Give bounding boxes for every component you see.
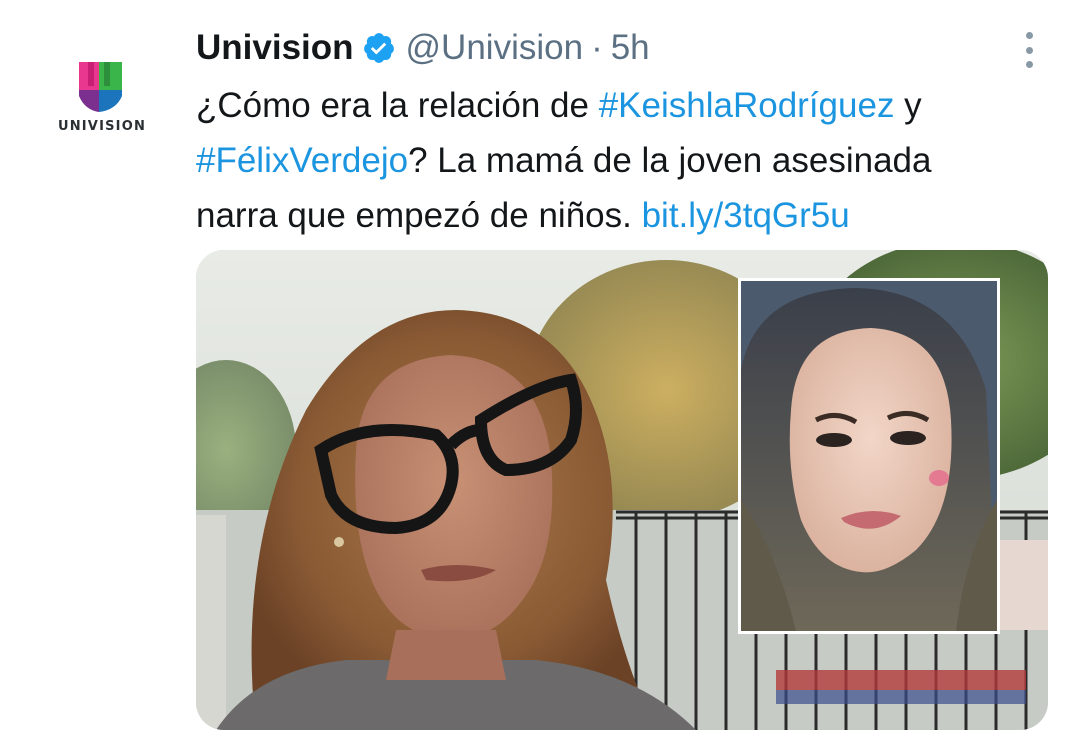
tweet-link[interactable]: bit.ly/3tqGr5u bbox=[642, 196, 850, 235]
verified-badge-icon bbox=[363, 33, 394, 63]
avatar-wordmark: UNIVISION bbox=[57, 119, 147, 134]
tweet-header: Univision @Univision · 5h bbox=[196, 24, 650, 72]
text-fragment: narra que empezó de niños. bbox=[196, 196, 642, 235]
text-fragment: ¿Cómo era la relación de bbox=[196, 86, 599, 125]
text-fragment: y bbox=[894, 86, 922, 125]
avatar[interactable]: UNIVISION bbox=[52, 60, 152, 150]
univision-logo bbox=[79, 62, 122, 112]
tweet-text-line-3: narra que empezó de niños. bit.ly/3tqGr5… bbox=[196, 188, 1056, 243]
tweet[interactable]: UNIVISION Univision @Univision · 5h ¿Cóm… bbox=[0, 0, 1080, 748]
tweet-media-image[interactable] bbox=[196, 250, 1048, 730]
text-fragment: ? La mamá de la joven asesinada bbox=[408, 141, 932, 180]
tweet-text-line-1: ¿Cómo era la relación de #KeishlaRodrígu… bbox=[196, 78, 1056, 133]
separator-dot: · bbox=[591, 28, 603, 67]
tweet-text: ¿Cómo era la relación de #KeishlaRodrígu… bbox=[196, 78, 1056, 243]
timestamp[interactable]: 5h bbox=[611, 24, 650, 72]
tweet-text-line-2: #FélixVerdejo? La mamá de la joven asesi… bbox=[196, 133, 1056, 188]
hashtag-felix[interactable]: #FélixVerdejo bbox=[196, 141, 408, 180]
more-options-icon[interactable] bbox=[1014, 30, 1044, 70]
media-photo bbox=[196, 250, 1048, 730]
handle[interactable]: @Univision bbox=[406, 24, 584, 72]
hashtag-keishla[interactable]: #KeishlaRodríguez bbox=[599, 86, 895, 125]
display-name[interactable]: Univision bbox=[196, 24, 354, 72]
